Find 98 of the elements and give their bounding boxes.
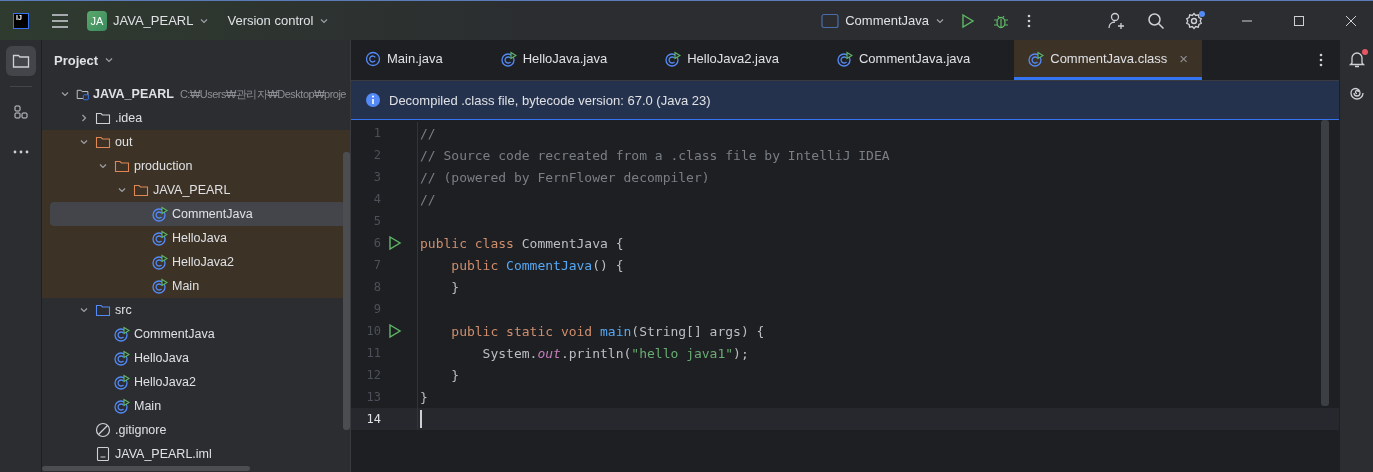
tree-item-label: Main	[134, 399, 162, 413]
scrollbar[interactable]	[343, 152, 350, 430]
editor-tab[interactable]: CommentJava.class ×	[1014, 40, 1203, 80]
project-tool-button[interactable]	[5, 46, 36, 76]
tree-item-label: HelloJava	[134, 351, 189, 365]
tree-item-label: .gitignore	[115, 423, 167, 437]
code-line: public CommentJava() {	[450, 257, 624, 273]
code-line: }	[450, 279, 460, 295]
scrollbar[interactable]	[1321, 120, 1329, 406]
class-icon	[114, 350, 130, 366]
window-icon	[821, 12, 840, 29]
code-line: // Source code recreated from a .class file by IntelliJ IDEA	[420, 147, 890, 163]
more-icon	[1319, 52, 1323, 68]
tree-item[interactable]: Main	[50, 274, 346, 298]
editor-tab[interactable]: Main.java	[351, 40, 457, 80]
tree-item-label: HelloJava	[172, 231, 227, 245]
tree-item[interactable]: JAVA_PEARL.iml	[50, 442, 346, 466]
tree-item[interactable]: production	[50, 154, 346, 178]
version-control-menu[interactable]: Version control	[227, 13, 314, 28]
class-icon	[152, 206, 168, 222]
folder-icon	[133, 182, 149, 198]
structure-icon	[12, 104, 29, 120]
file-icon	[95, 446, 111, 462]
menu-icon	[51, 12, 69, 29]
tree-item[interactable]: HelloJava	[50, 226, 346, 250]
editor-tab[interactable]: HelloJava.java	[486, 40, 622, 80]
settings-icon	[1185, 11, 1203, 30]
code-line: }	[420, 389, 428, 405]
class-icon	[152, 278, 168, 294]
run-icon	[959, 12, 975, 29]
tree-item[interactable]: .idea	[50, 106, 346, 130]
tree-item[interactable]: CommentJava	[50, 322, 346, 346]
folder-icon	[95, 110, 111, 126]
tree-item[interactable]: HelloJava2	[50, 250, 346, 274]
editor-tab[interactable]: CommentJava.java	[822, 40, 985, 80]
ignore-file-icon	[95, 422, 111, 438]
run-configuration[interactable]: CommentJava	[845, 13, 929, 28]
line-number: 14	[365, 412, 381, 426]
code-line: public class CommentJava {	[420, 235, 624, 251]
tree-item-label: JAVA_PEARL	[153, 183, 231, 197]
folder-icon	[95, 302, 111, 318]
folder-icon	[11, 53, 30, 69]
editor-tab[interactable]: HelloJava2.java	[651, 40, 793, 80]
class-icon	[500, 50, 517, 67]
tree-item[interactable]: HelloJava	[50, 346, 346, 370]
class-icon	[836, 50, 853, 67]
code-line: System.out.println("hello java1");	[481, 345, 749, 361]
tree-item-label: JAVA_PEARL.iml	[115, 447, 212, 461]
tree-item-label: HelloJava2	[134, 375, 196, 389]
text-caret	[420, 410, 422, 428]
tree-item[interactable]: src	[50, 298, 346, 322]
info-icon	[365, 92, 381, 108]
tree-item-label: .idea	[115, 111, 143, 125]
folder-icon	[95, 134, 111, 150]
more-icon	[11, 150, 30, 154]
tree-item-label: production	[134, 159, 193, 173]
tree-item-label: Main	[172, 279, 200, 293]
close-icon[interactable]: ×	[1179, 50, 1189, 67]
code-line: //	[420, 125, 436, 141]
more-icon	[1027, 12, 1031, 29]
code-line: //	[420, 191, 436, 207]
tree-item-label: out	[115, 135, 133, 149]
tree-item[interactable]: HelloJava2	[50, 370, 346, 394]
scrollbar[interactable]	[42, 466, 250, 471]
add-user-icon	[1107, 10, 1127, 31]
class-icon	[114, 374, 130, 390]
class-icon	[152, 254, 168, 270]
tree-item-label: HelloJava2	[172, 255, 234, 269]
class-icon	[1028, 50, 1045, 67]
tree-item[interactable]: out	[50, 130, 346, 154]
class-icon	[114, 398, 130, 414]
tree-item-label: JAVA_PEARL	[93, 87, 174, 101]
class-icon	[665, 50, 682, 67]
decompiled-notice: Decompiled .class file, bytecode version: 67.0 (Java 23)	[389, 92, 711, 108]
panel-title[interactable]: Project	[54, 52, 99, 68]
maximize-icon	[1293, 14, 1305, 27]
tree-item-label: CommentJava	[172, 207, 253, 221]
project-path: C:₩Users₩관리자₩Desktop₩proje	[179, 86, 346, 102]
tree-item[interactable]: JAVA_PEARL C:₩Users₩관리자₩Desktop₩proje	[50, 82, 346, 106]
chevron-down-icon	[104, 55, 115, 65]
code-line: public static void main(String[] args) {	[450, 323, 765, 339]
tree-item[interactable]: .gitignore	[50, 418, 346, 442]
code-line: }	[450, 367, 460, 383]
bell-icon	[1347, 50, 1366, 68]
folder-icon	[114, 158, 130, 174]
tree-item[interactable]: JAVA_PEARL	[50, 178, 346, 202]
tree-item-label: src	[115, 303, 132, 317]
project-name[interactable]: JAVA_PEARL	[113, 13, 194, 28]
tree-item[interactable]: Main	[50, 394, 346, 418]
code-line: // (powered by FernFlower decompiler)	[420, 169, 710, 185]
project-badge: JA	[87, 10, 107, 31]
tree-item[interactable]: CommentJava	[50, 202, 346, 226]
class-icon	[365, 50, 381, 67]
search-icon	[1147, 11, 1165, 30]
class-icon	[152, 230, 168, 246]
class-icon	[114, 326, 130, 342]
tree-item-label: CommentJava	[134, 327, 215, 341]
close-icon	[1345, 14, 1357, 27]
